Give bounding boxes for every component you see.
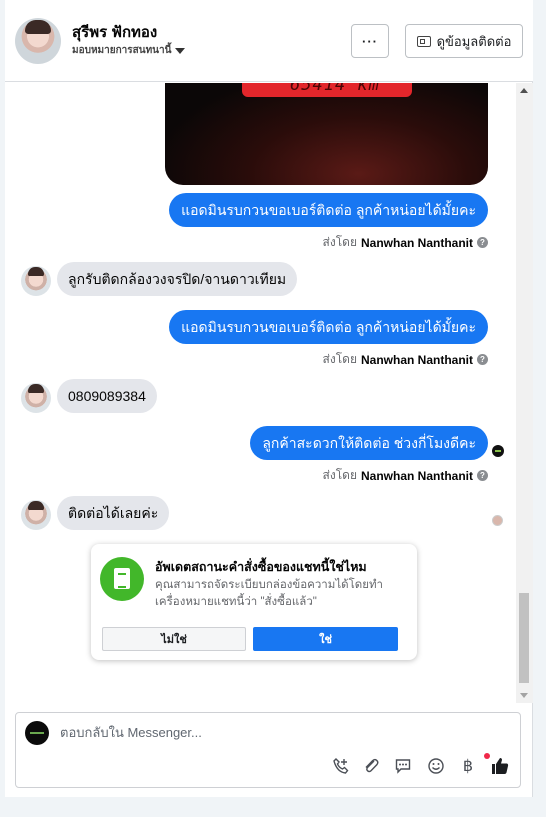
- conversation-panel: สุรีพร ฟักทอง มอบหมายการสนทนานี้ ··· ดูข…: [5, 0, 533, 797]
- outgoing-message[interactable]: แอดมินรบกวนขอเบอร์ติดต่อ ลูกค้าหน่อยได้ม…: [169, 310, 488, 344]
- caret-down-icon: [175, 47, 186, 54]
- contact-card-icon: [416, 35, 431, 47]
- assign-conversation-dropdown[interactable]: มอบหมายการสนทนานี้: [72, 43, 186, 58]
- page-avatar: [25, 721, 49, 745]
- incoming-message[interactable]: ลูกรับติดกล้องวงจรปิด/จานดาวเทียม: [57, 262, 298, 296]
- page-seen-icon: [492, 445, 504, 457]
- help-icon[interactable]: ?: [477, 237, 488, 248]
- contact-avatar[interactable]: [15, 18, 61, 64]
- view-contact-info-button[interactable]: ดูข้อมูลติดต่อ: [405, 24, 523, 58]
- sent-by-line: ส่งโดย Nanwhan Nanthanit ?: [323, 233, 488, 252]
- sent-by-line: ส่งโดย Nanwhan Nanthanit ?: [323, 350, 488, 369]
- shared-photo[interactable]: 65414 km: [165, 83, 488, 185]
- saved-reply-icon[interactable]: [392, 755, 414, 777]
- view-contact-info-label: ดูข้อมูลติดต่อ: [436, 33, 512, 49]
- sent-by-label: ส่งโดย: [322, 352, 357, 366]
- help-icon[interactable]: ?: [477, 354, 488, 365]
- sent-by-label: ส่งโดย: [322, 468, 357, 482]
- contact-avatar-small: [21, 383, 51, 413]
- sent-by-label: ส่งโดย: [322, 235, 357, 249]
- baht-icon[interactable]: ฿: [457, 755, 479, 777]
- reply-composer: ฿: [15, 712, 521, 788]
- sender-name: Nanwhan Nanthanit: [360, 468, 473, 483]
- sent-by-line: ส่งโดย Nanwhan Nanthanit ?: [323, 466, 488, 485]
- read-receipt-avatar: [492, 515, 503, 526]
- outgoing-message[interactable]: แอดมินรบกวนขอเบอร์ติดต่อ ลูกค้าหน่อยได้ม…: [169, 193, 488, 227]
- conversation-header: สุรีพร ฟักทอง มอบหมายการสนทนานี้ ··· ดูข…: [5, 0, 533, 82]
- sender-name: Nanwhan Nanthanit: [360, 352, 473, 367]
- help-icon[interactable]: ?: [477, 470, 488, 481]
- contact-avatar-small: [21, 500, 51, 530]
- emoji-icon[interactable]: [425, 755, 447, 777]
- prompt-title: อัพเดตสถานะคำสั่งซื้อของแชทนี้ใช่ไหม: [155, 560, 367, 574]
- assign-label: มอบหมายการสนทนานี้: [72, 45, 172, 56]
- order-clipboard-icon: [100, 557, 144, 601]
- no-button[interactable]: ไม่ใช่: [102, 627, 246, 651]
- odometer-display: 65414 km: [242, 83, 412, 97]
- yes-button[interactable]: ใช่: [253, 627, 398, 651]
- contact-name[interactable]: สุรีพร ฟักทอง: [72, 20, 157, 44]
- paperclip-icon[interactable]: [360, 755, 382, 777]
- scroll-down-arrow-icon[interactable]: [520, 693, 528, 698]
- message-thread: 65414 km แอดมินรบกวนขอเบอร์ติดต่อ ลูกค้า…: [5, 83, 533, 703]
- thumbs-up-icon[interactable]: [489, 755, 511, 777]
- prompt-body: คุณสามารถจัดระเบียบกล่องข้อความได้โดยทำเ…: [155, 579, 384, 608]
- sender-name: Nanwhan Nanthanit: [360, 235, 473, 250]
- scroll-up-arrow-icon[interactable]: [520, 88, 528, 93]
- more-options-button[interactable]: ···: [351, 24, 389, 58]
- reply-input[interactable]: [60, 725, 480, 740]
- incoming-message[interactable]: ติดต่อได้เลยค่ะ: [57, 496, 170, 530]
- thread-scrollbar[interactable]: [516, 83, 533, 703]
- outgoing-message[interactable]: ลูกค้าสะดวกให้ติดต่อ ช่วงกี่โมงดีคะ: [250, 426, 488, 460]
- contact-avatar-small: [21, 266, 51, 296]
- scrollbar-thumb[interactable]: [519, 593, 529, 683]
- order-status-prompt: อัพเดตสถานะคำสั่งซื้อของแชทนี้ใช่ไหม คุณ…: [91, 544, 417, 660]
- incoming-message[interactable]: 0809089384: [57, 379, 157, 413]
- call-add-icon[interactable]: [330, 755, 352, 777]
